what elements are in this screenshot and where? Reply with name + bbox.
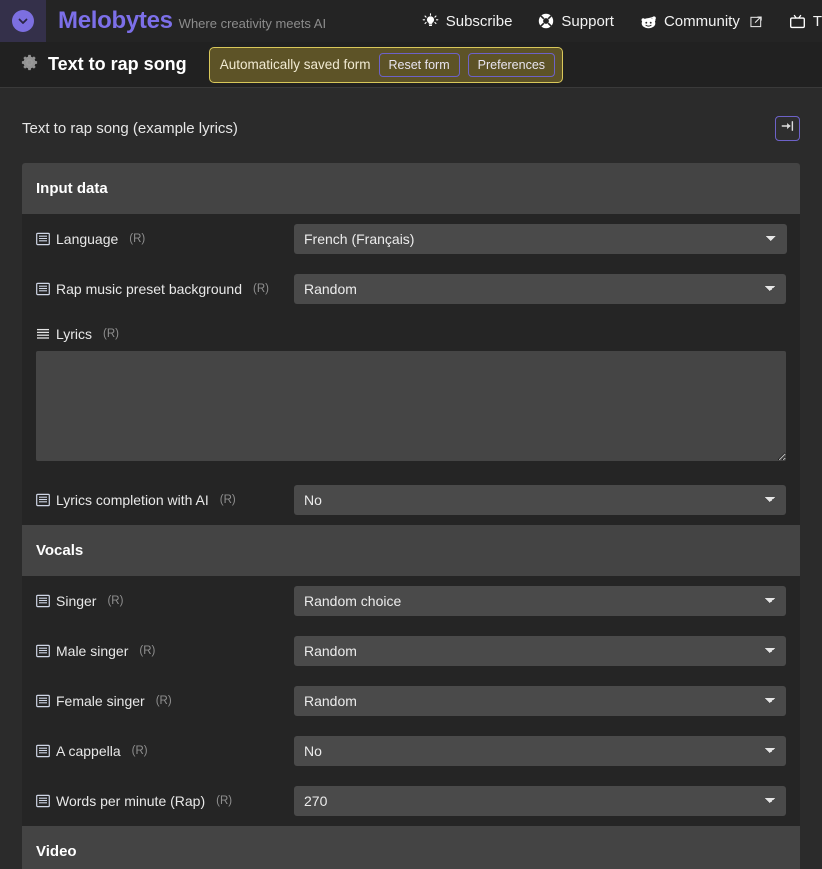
gear-icon — [20, 53, 39, 77]
list-box-icon — [36, 594, 50, 608]
language-select[interactable]: French (Français) — [294, 224, 787, 254]
form-label-text: Male singer — [56, 643, 129, 659]
form-label-text: Language — [56, 231, 119, 247]
tv-icon — [789, 13, 806, 30]
main-content: Text to rap song (example lyrics) Input … — [0, 88, 822, 869]
list-box-icon — [36, 744, 50, 758]
list-box-icon — [36, 644, 50, 658]
form-label-language: Language (R) — [36, 231, 294, 247]
brand-tagline: Where creativity meets AI — [178, 16, 327, 31]
form-label-lyrics-completion-with-ai: Lyrics completion with AI (R) — [36, 492, 294, 508]
form-control: French (Français) — [294, 224, 787, 254]
form-row-lyrics-completion-with-ai: Lyrics completion with AI (R) No — [22, 475, 800, 525]
form-label-singer: Singer (R) — [36, 593, 294, 609]
form-label-text: Lyrics completion with AI — [56, 492, 209, 508]
form-row-language: Language (R) French (Français) — [22, 214, 800, 264]
nav-item-community[interactable]: Community — [640, 13, 763, 30]
female-singer-select[interactable]: Random — [294, 686, 786, 716]
collapse-panel-button[interactable] — [775, 116, 800, 141]
brand-name: Melobytes — [58, 7, 173, 34]
form-label-female-singer: Female singer (R) — [36, 693, 294, 709]
lyrics-completion-with-ai-select[interactable]: No — [294, 485, 786, 515]
form-control: Random — [294, 274, 786, 304]
form-row-rap-music-preset-background: Rap music preset background (R) Random — [22, 264, 800, 314]
list-box-icon — [36, 232, 50, 246]
singer-select[interactable]: Random choice — [294, 586, 786, 616]
autosave-notice: Automatically saved form Reset form Pref… — [208, 46, 564, 83]
reddit-icon — [640, 13, 657, 30]
form-label-text: Rap music preset background — [56, 281, 242, 297]
nav-item-label: T — [812, 12, 822, 30]
list-box-icon — [36, 282, 50, 296]
form-label-text: Lyrics — [56, 326, 93, 342]
lightbulb-icon — [422, 12, 439, 30]
form-label-text: A cappella — [56, 743, 121, 759]
words-per-minute-rap-select[interactable]: 270 — [294, 786, 786, 816]
page-header: Text to rap song (example lyrics) — [22, 88, 800, 163]
form-control: No — [294, 736, 786, 766]
lifebuoy-icon — [538, 13, 554, 29]
sub-toolbar: Text to rap song Automatically saved for… — [0, 42, 822, 88]
form-control: Random choice — [294, 586, 786, 616]
top-navigation-bar: Melobytes Where creativity meets AI Subs… — [0, 0, 822, 42]
tool-title: Text to rap song — [20, 53, 187, 77]
nav-item-tv[interactable]: T — [789, 13, 822, 30]
form-row-words-per-minute-rap: Words per minute (Rap) (R) 270 — [22, 776, 800, 826]
form-label-rap-music-preset-background: Rap music preset background (R) — [36, 281, 294, 297]
form-control: Random — [294, 686, 786, 716]
chevron-down-circle-icon — [12, 10, 34, 32]
required-marker: (R) — [216, 795, 233, 807]
form-label-text: Singer — [56, 593, 97, 609]
section-header-vocals: Vocals — [22, 525, 800, 576]
autosave-notice-text: Automatically saved form — [219, 57, 371, 72]
form-label-lyrics: Lyrics (R) — [36, 320, 786, 351]
required-marker: (R) — [131, 745, 148, 757]
lyrics-textarea[interactable] — [36, 351, 786, 461]
rap-music-preset-background-select[interactable]: Random — [294, 274, 786, 304]
settings-form-panel: Input data Language (R) French (Français… — [22, 163, 800, 869]
list-box-icon — [36, 794, 50, 808]
reset-form-button[interactable]: Reset form — [378, 52, 460, 77]
form-row-female-singer: Female singer (R) Random — [22, 676, 800, 726]
form-control: No — [294, 485, 786, 515]
form-label-text: Words per minute (Rap) — [56, 793, 206, 809]
required-marker: (R) — [103, 328, 120, 340]
nav-item-label: Subscribe — [445, 12, 513, 30]
preferences-button[interactable]: Preferences — [467, 52, 556, 77]
form-label-words-per-minute-rap: Words per minute (Rap) (R) — [36, 793, 294, 809]
a-cappella-select[interactable]: No — [294, 736, 786, 766]
form-row-singer: Singer (R) Random choice — [22, 576, 800, 626]
form-control: 270 — [294, 786, 786, 816]
required-marker: (R) — [129, 233, 146, 245]
align-justify-icon — [36, 327, 50, 341]
required-marker: (R) — [253, 283, 269, 295]
brand[interactable]: Melobytes Where creativity meets AI — [58, 7, 326, 35]
arrow-to-right-icon — [781, 119, 795, 138]
form-label-a-cappella: A cappella (R) — [36, 743, 294, 759]
list-box-icon — [36, 694, 50, 708]
page-title: Text to rap song (example lyrics) — [22, 120, 238, 137]
section-header-input-data: Input data — [22, 163, 800, 214]
tool-title-label: Text to rap song — [48, 54, 187, 74]
required-marker: (R) — [219, 494, 236, 506]
required-marker: (R) — [155, 695, 172, 707]
nav-item-subscribe[interactable]: Subscribe — [422, 12, 513, 30]
form-label-text: Female singer — [56, 693, 145, 709]
nav-item-label: Support — [561, 12, 614, 30]
required-marker: (R) — [107, 595, 124, 607]
nav-item-support[interactable]: Support — [538, 13, 614, 30]
form-row-male-singer: Male singer (R) Random — [22, 626, 800, 676]
logo-badge[interactable] — [0, 0, 46, 42]
list-box-icon — [36, 493, 50, 507]
external-link-icon — [750, 15, 763, 28]
nav-links: Subscribe Support Community T — [422, 13, 822, 30]
section-header-video: Video — [22, 826, 800, 869]
required-marker: (R) — [139, 645, 156, 657]
nav-item-label: Community — [663, 12, 740, 30]
form-label-male-singer: Male singer (R) — [36, 643, 294, 659]
form-control: Random — [294, 636, 786, 666]
form-row-lyrics: Lyrics (R) — [22, 314, 800, 475]
male-singer-select[interactable]: Random — [294, 636, 786, 666]
form-row-a-cappella: A cappella (R) No — [22, 726, 800, 776]
